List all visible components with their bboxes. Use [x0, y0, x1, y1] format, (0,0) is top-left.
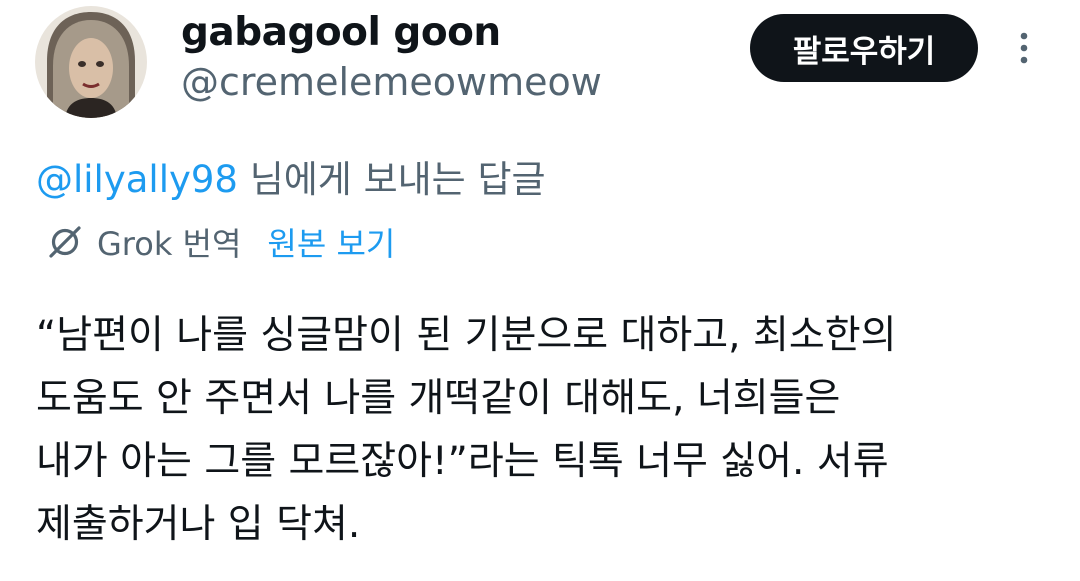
tweet-text-line: 내가 아는 그를 모르잖아!”라는 틱톡 너무 싫어. 서류 — [36, 439, 889, 484]
translation-bar: Grok 번역 원본 보기 — [47, 220, 395, 264]
tweet-text: “남편이 나를 싱글맘이 된 기분으로 대하고, 최소한의 도움도 안 주면서 … — [36, 304, 1066, 556]
tweet-text-line: “남편이 나를 싱글맘이 된 기분으로 대하고, 최소한의 — [36, 313, 897, 358]
follow-button[interactable]: 팔로우하기 — [750, 14, 978, 82]
reply-mention-link[interactable]: @lilyally98 — [36, 158, 238, 201]
more-vertical-icon[interactable] — [1012, 28, 1036, 68]
display-name[interactable]: gabagool goon — [181, 10, 501, 55]
show-original-link[interactable]: 원본 보기 — [267, 219, 395, 265]
translation-label: Grok 번역 — [97, 225, 242, 263]
tweet-text-line: 제출하거나 입 닥쳐. — [36, 502, 361, 547]
reply-context: @lilyally98 님에게 보내는 답글 — [36, 149, 546, 203]
avatar[interactable] — [35, 6, 147, 118]
tweet-text-line: 도움도 안 주면서 나를 개떡같이 대해도, 너희들은 — [36, 376, 841, 421]
grok-icon — [49, 226, 81, 258]
reply-context-suffix: 님에게 보내는 답글 — [237, 158, 546, 201]
user-handle[interactable]: @cremelemeowmeow — [181, 60, 602, 104]
